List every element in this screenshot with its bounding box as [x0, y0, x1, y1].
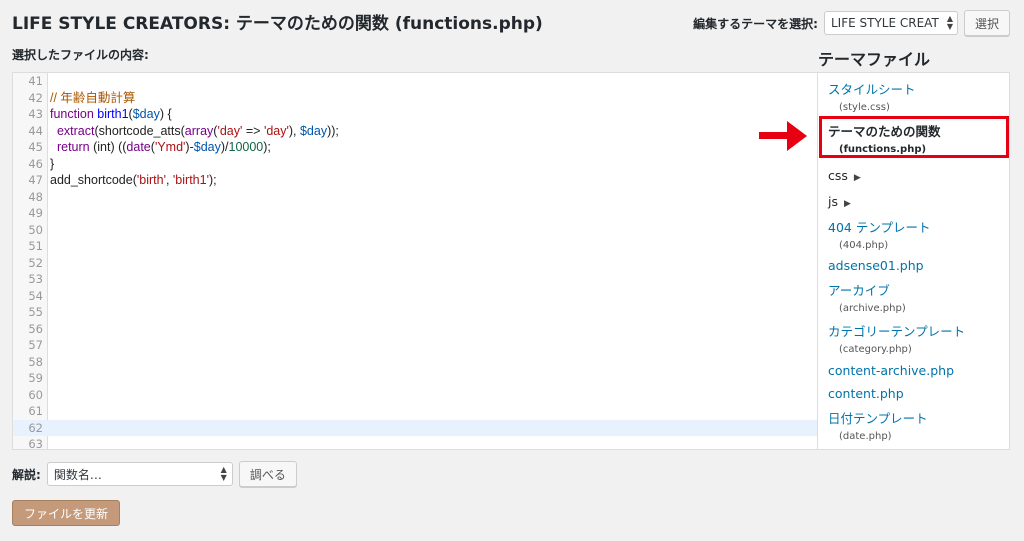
- line-number: 50: [28, 222, 43, 237]
- folder-label: js: [828, 194, 838, 209]
- line-number: 52: [28, 255, 43, 270]
- line-number: 61: [28, 404, 43, 418]
- expand-triangle-icon: ▶: [844, 199, 851, 209]
- file-link-filename: (archive.php): [839, 303, 906, 314]
- line-number: 49: [28, 206, 43, 220]
- file-link-label: アーカイブ: [828, 283, 890, 298]
- line-number: 51: [28, 239, 43, 253]
- theme-select-value: LIFE STYLE CREAT: [830, 16, 939, 30]
- code-line: 55: [13, 304, 817, 321]
- lookup-button[interactable]: 調べる: [238, 461, 297, 487]
- line-number: 59: [28, 371, 43, 385]
- line-number: 41: [28, 74, 43, 88]
- file-link-filename: (404.php): [839, 240, 889, 251]
- documentation-row: 解説: 関数名… ▲ ▼ 調べる: [12, 461, 297, 487]
- line-number: 54: [28, 288, 43, 303]
- line-number: 48: [28, 189, 43, 204]
- line-number: 56: [28, 321, 43, 336]
- file-link-label: 404 テンプレート: [828, 220, 931, 235]
- red-arrow-icon: [759, 121, 807, 151]
- select-button[interactable]: 選択: [963, 10, 1010, 36]
- file-link-label: content.php: [828, 386, 904, 401]
- code-line: 46}: [13, 156, 817, 173]
- line-number: 47: [28, 173, 43, 187]
- code-line: 50: [13, 222, 817, 239]
- code-line: 58: [13, 354, 817, 371]
- documentation-label: 解説:: [12, 467, 41, 482]
- updown-arrows-icon: ▲ ▼: [946, 14, 953, 31]
- file-link-content-php[interactable]: content.php: [828, 386, 904, 401]
- code-line: 53: [13, 271, 817, 288]
- line-number: 53: [28, 272, 43, 286]
- code-line: 56: [13, 321, 817, 338]
- sidebar-title: テーマファイル: [818, 50, 931, 69]
- code-line: 47 add_shortcode('birth', 'birth1');: [13, 172, 817, 189]
- expand-triangle-icon: ▶: [853, 173, 861, 183]
- page-title: LIFE STYLE CREATORS: テーマのための関数 (function…: [12, 14, 543, 34]
- code-line: 52: [13, 255, 817, 272]
- file-link-style-css[interactable]: スタイルシート (style.css): [828, 79, 916, 113]
- line-number: 62: [13, 419, 43, 436]
- file-link-filename: (date.php): [839, 431, 892, 442]
- file-link-label: カテゴリーテンプレート: [828, 324, 966, 339]
- code-line: 43 function birth1($day) {: [13, 106, 817, 123]
- code-line: 45 return (int) ((date('Ymd')-$day)/1000…: [13, 139, 817, 156]
- update-file-button[interactable]: ファイルを更新: [12, 500, 121, 526]
- theme-select[interactable]: LIFE STYLE CREAT ▲ ▼: [823, 11, 958, 35]
- file-link-label: content-archive.php: [828, 363, 955, 378]
- file-link-404-php[interactable]: 404 テンプレート (404.php): [828, 217, 930, 251]
- function-name-select[interactable]: 関数名… ▲ ▼: [46, 462, 233, 486]
- code-line: 42// 年齢自動計算: [13, 90, 817, 107]
- line-number: 45: [28, 140, 43, 154]
- code-line: 60: [13, 387, 817, 404]
- line-number: 46: [28, 156, 43, 171]
- theme-select-label: 編集するテーマを選択:: [693, 16, 818, 31]
- highlight-box: [819, 116, 1009, 158]
- file-link-category-php[interactable]: カテゴリーテンプレート (category.php): [828, 321, 965, 355]
- file-link-archive-php[interactable]: アーカイブ (archive.php): [828, 280, 906, 314]
- code-line: 51: [13, 238, 817, 255]
- code-line: 63: [13, 436, 817, 450]
- updown-arrows-icon: ▲ ▼: [220, 465, 227, 482]
- code-line-active: 62: [13, 419, 817, 436]
- file-link-filename: (category.php): [839, 344, 912, 355]
- line-number: 58: [28, 354, 43, 369]
- code-line: 44 extract(shortcode_atts(array('day' =>…: [13, 123, 817, 140]
- file-link-label: スタイルシート: [828, 82, 916, 97]
- folder-css[interactable]: css ▶: [828, 168, 861, 183]
- file-link-filename: (style.css): [839, 102, 890, 113]
- code-line: 61: [13, 403, 817, 420]
- function-select-value: 関数名…: [53, 467, 102, 482]
- file-link-label: 日付テンプレート: [828, 411, 928, 426]
- file-link-adsense01-php[interactable]: adsense01.php: [828, 258, 924, 273]
- file-contents-heading: 選択したファイルの内容:: [12, 48, 149, 62]
- file-link-date-php[interactable]: 日付テンプレート (date.php): [828, 408, 928, 442]
- folder-label: css: [828, 168, 848, 183]
- file-link-label: adsense01.php: [828, 258, 924, 273]
- code-editor[interactable]: 41 42// 年齢自動計算 43 function birth1($day) {…: [12, 72, 818, 450]
- line-number: 42: [28, 90, 43, 105]
- line-number: 55: [28, 305, 43, 319]
- theme-select-area: 編集するテーマを選択: LIFE STYLE CREAT ▲ ▼ 選択: [693, 10, 1010, 36]
- file-link-content-archive-php[interactable]: content-archive.php: [828, 363, 954, 378]
- folder-js[interactable]: js ▶: [828, 194, 851, 209]
- code-line: 49: [13, 205, 817, 222]
- code-line: 48: [13, 189, 817, 206]
- code-line: 54: [13, 288, 817, 305]
- line-number: 57: [28, 338, 43, 352]
- line-number: 63: [28, 437, 43, 450]
- line-number: 60: [28, 387, 43, 402]
- code-line: 41: [13, 73, 817, 90]
- code-line: 59: [13, 370, 817, 387]
- line-number: 43: [28, 107, 43, 121]
- line-number: 44: [28, 123, 43, 138]
- code-line: 57: [13, 337, 817, 354]
